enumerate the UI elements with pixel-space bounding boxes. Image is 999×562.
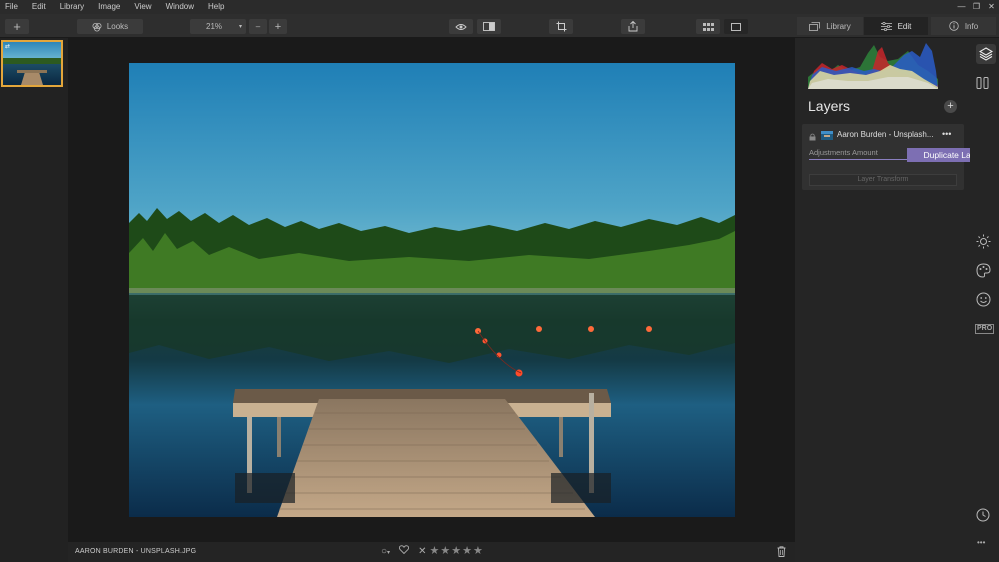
tool-icon-bar: PRO •••	[970, 38, 999, 562]
export-button[interactable]	[621, 19, 645, 34]
trash-icon	[777, 546, 786, 557]
menu-window[interactable]: Window	[159, 0, 201, 14]
favorite-button[interactable]	[398, 545, 410, 557]
clock-icon	[976, 508, 990, 522]
main-photo	[129, 63, 735, 517]
sun-icon	[976, 234, 991, 249]
minimize-button[interactable]: —	[954, 0, 969, 14]
looks-button[interactable]: Looks	[77, 19, 143, 34]
portrait-tool-button[interactable]	[976, 292, 991, 310]
restore-button[interactable]: ❐	[969, 0, 984, 14]
image-layer-icon	[821, 131, 833, 143]
preview-button[interactable]	[449, 19, 473, 34]
star-5[interactable]: ★	[473, 545, 483, 557]
status-bar: AARON BURDEN - UNSPLASH.JPG ○▾ ✕ ★ ★ ★ ★…	[68, 542, 795, 562]
add-layer-button[interactable]: +	[944, 100, 957, 113]
chevron-down-icon: ▾	[238, 24, 242, 30]
image-canvas[interactable]	[68, 38, 795, 542]
toolbar: + Looks 21% ▾ – + Library Edit Info	[0, 14, 999, 38]
file-name: AARON BURDEN - UNSPLASH.JPG	[75, 548, 197, 555]
share-icon	[628, 21, 638, 32]
flag-chevron-icon: ▾	[387, 549, 391, 556]
single-image-icon	[731, 22, 741, 31]
more-options-button[interactable]: •••	[977, 538, 985, 547]
single-view-button[interactable]	[724, 19, 748, 34]
menu-library[interactable]: Library	[53, 0, 91, 14]
layer-name: Aaron Burden - Unsplash...	[837, 130, 934, 139]
library-icon	[809, 21, 821, 31]
essentials-tool-button[interactable]	[976, 234, 991, 252]
histogram	[808, 43, 938, 89]
reject-button[interactable]: ✕	[418, 546, 426, 557]
grid-view-button[interactable]	[696, 19, 720, 34]
crop-button[interactable]	[549, 19, 573, 34]
zoom-in-button[interactable]: +	[269, 19, 287, 34]
split-view-icon	[483, 22, 495, 31]
heart-icon	[398, 545, 410, 555]
window-controls: — ❐ ✕	[954, 0, 999, 14]
tab-library[interactable]: Library	[797, 17, 863, 35]
delete-button[interactable]	[777, 546, 786, 560]
star-rating: ★ ★ ★ ★ ★	[429, 545, 482, 557]
sliders-icon	[880, 21, 892, 31]
lake-dock-photo	[129, 63, 735, 517]
history-button[interactable]	[976, 508, 990, 525]
filmstrip: ⇄	[0, 38, 68, 562]
compare-button[interactable]	[477, 19, 501, 34]
star-4[interactable]: ★	[462, 545, 472, 557]
zoom-out-button[interactable]: –	[249, 19, 267, 34]
lock-icon[interactable]	[809, 132, 816, 144]
edited-badge-icon: ⇄	[5, 44, 11, 50]
zoom-select[interactable]: 21% ▾	[190, 19, 246, 34]
close-window-button[interactable]: ✕	[984, 0, 999, 14]
menu-file[interactable]: File	[0, 0, 25, 14]
creative-tool-button[interactable]	[976, 263, 991, 281]
adjustments-amount-label: Adjustments Amount	[809, 148, 878, 157]
filmstrip-thumbnail[interactable]: ⇄	[1, 40, 63, 87]
star-1[interactable]: ★	[429, 545, 439, 557]
crop-icon	[556, 21, 566, 32]
star-3[interactable]: ★	[451, 545, 461, 557]
tab-edit-label: Edit	[897, 21, 912, 31]
looks-icon	[92, 22, 102, 31]
tab-edit[interactable]: Edit	[864, 17, 928, 35]
grid-icon	[702, 22, 714, 31]
canvas-icon	[976, 77, 989, 89]
layers-tool-button[interactable]	[976, 44, 996, 64]
adjustments-amount-slider[interactable]	[809, 159, 909, 160]
menu-edit[interactable]: Edit	[25, 0, 53, 14]
layer-more-button[interactable]: •••	[942, 129, 951, 139]
canvas-tool-button[interactable]	[976, 76, 990, 93]
star-2[interactable]: ★	[440, 545, 450, 557]
flag-button[interactable]: ○▾	[381, 546, 390, 557]
menu-view[interactable]: View	[127, 0, 158, 14]
eye-icon	[455, 23, 467, 30]
info-icon	[949, 21, 959, 31]
looks-label: Looks	[106, 22, 129, 31]
add-image-button[interactable]: +	[5, 19, 29, 34]
smile-icon	[976, 292, 991, 307]
palette-icon	[976, 263, 991, 278]
layers-title: Layers	[808, 98, 851, 114]
pro-tool-button[interactable]: PRO	[975, 324, 995, 334]
tab-info[interactable]: Info	[931, 17, 996, 35]
menu-image[interactable]: Image	[91, 0, 127, 14]
menu-help[interactable]: Help	[201, 0, 231, 14]
layers-icon	[978, 47, 994, 61]
layers-panel: Layers + Aaron Burden - Unsplash... ••• …	[795, 38, 970, 562]
tab-info-label: Info	[964, 21, 979, 31]
menu-bar: File Edit Library Image View Window Help…	[0, 0, 999, 14]
zoom-value: 21%	[206, 22, 223, 31]
tab-library-label: Library	[826, 21, 851, 31]
layer-transform-button[interactable]: Layer Transform	[809, 174, 957, 186]
rating-controls: ○▾ ✕ ★ ★ ★ ★ ★	[381, 545, 483, 557]
